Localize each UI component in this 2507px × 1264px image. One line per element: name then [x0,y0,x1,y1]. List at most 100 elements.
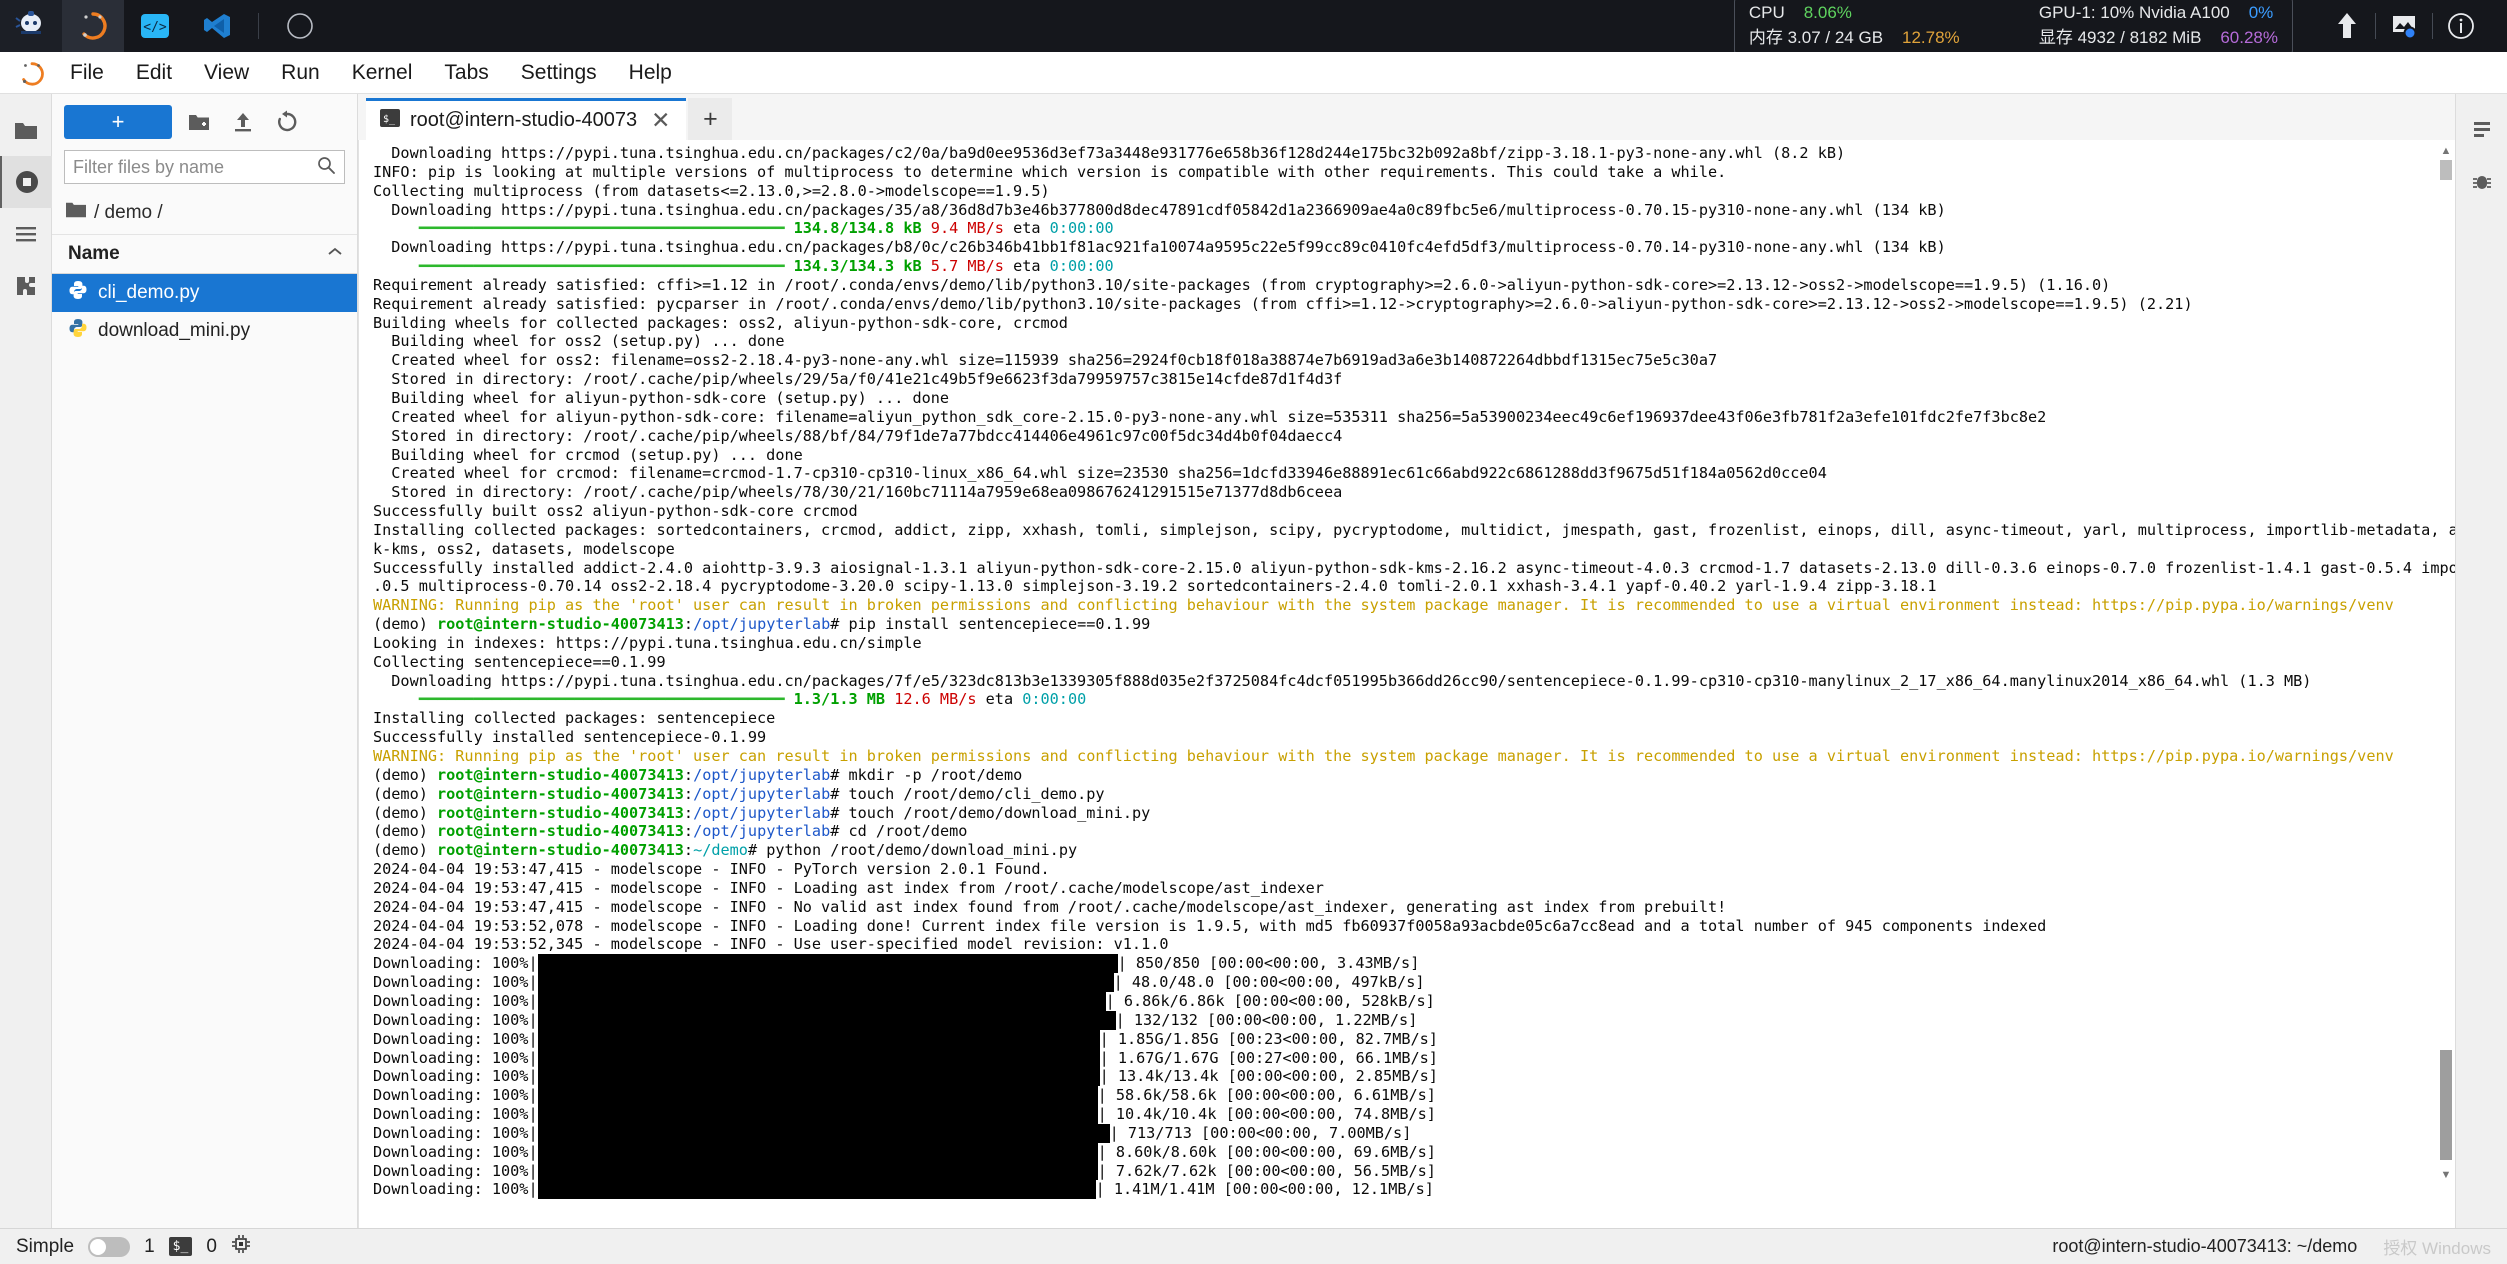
os-app-launcher: </> [0,0,331,52]
left-sidebar-rail [0,94,52,1228]
terminal-line: 2024-04-04 19:53:47,415 - modelscope - I… [373,860,1050,879]
list-item[interactable]: cli_demo.py [52,274,357,312]
file-browser-toolbar: + [52,94,357,148]
terminal-line: ━━━━━━━━━━━━━━━━━━━━━━━━━━━━━━━━━━━━━━━━… [418,690,1087,709]
os-watermark: 授权 Windows [2383,1239,2491,1258]
search-icon [316,155,336,180]
terminal-line: Requirement already satisfied: cffi>=1.1… [373,275,2111,294]
scrollbar-thumb[interactable] [2440,1050,2452,1160]
download-progress-line: Downloading: 100%| | 6.86k/6.86k [00:00<… [373,991,1435,1011]
filter-files-field[interactable] [64,150,345,184]
terminal-line: 2024-04-04 19:53:47,415 - modelscope - I… [373,878,1324,897]
download-progress-line: Downloading: 100%| | 13.4k/13.4k [00:00<… [373,1067,1438,1087]
terminal-line: Installing collected packages: sentencep… [373,709,776,728]
info-icon[interactable] [2433,0,2489,52]
tab-terminal[interactable]: $_ root@intern-studio-40073 ✕ [366,98,687,140]
menu-item-view[interactable]: View [188,55,265,91]
status-path: root@intern-studio-40073413: ~/demo [2052,1236,2358,1256]
code-app-icon[interactable]: </> [124,0,186,52]
menu-item-run[interactable]: Run [265,55,336,91]
breadcrumb[interactable]: / demo / [52,194,357,235]
compass-app-icon[interactable] [269,0,331,52]
upload-icon[interactable] [226,105,260,139]
terminal-line: (demo) root@intern-studio-40073413:/opt/… [373,784,1105,803]
menu-item-kernel[interactable]: Kernel [336,55,429,91]
sidebar-item-extensions[interactable] [0,260,52,312]
debugger-icon[interactable] [2456,156,2507,208]
download-progress-line: Downloading: 100%| | 1.67G/1.67G [00:27<… [373,1048,1438,1068]
network-upload-icon[interactable] [2319,0,2375,52]
terminal-line: (demo) root@intern-studio-40073413:/opt/… [373,615,1151,634]
folder-icon [66,201,86,225]
terminal-line: .0.5 multiprocess-0.70.14 oss2-2.18.4 py… [373,577,1937,596]
file-list: cli_demo.py download_mini.py [52,274,357,1228]
terminal-scrollbar[interactable]: ▲ ▼ [2440,144,2452,1222]
gpu-label: GPU-1: 10% Nvidia A100 [2038,2,2230,22]
python-file-icon [68,318,88,344]
terminal-line: Successfully built oss2 aliyun-python-sd… [373,502,858,521]
vram-label: 显存 4932 / 8182 MiB [2038,27,2202,47]
terminal-line: Stored in directory: /root/.cache/pip/wh… [373,483,1343,502]
scroll-up-arrow[interactable]: ▲ [2440,144,2452,158]
memory-label: 内存 3.07 / 24 GB [1748,27,1884,47]
main-area: $_ root@intern-studio-40073 ✕ + Download… [358,94,2455,1228]
vscode-app-icon[interactable] [186,0,248,52]
menu-item-file[interactable]: File [54,55,120,91]
terminal-line: Installing collected packages: sortedcon… [373,520,2455,539]
terminal-icon[interactable]: $_ [168,1237,193,1256]
terminal-line: Created wheel for crcmod: filename=crcmo… [373,464,1827,483]
scrollbar-thumb-upper[interactable] [2440,160,2452,180]
search-input[interactable] [73,156,316,178]
list-item[interactable]: download_mini.py [52,312,357,350]
terminal-line: Building wheels for collected packages: … [373,313,1068,332]
terminal-line: WARNING: Running pip as the 'root' user … [373,747,2394,765]
terminal-line: Downloading https://pypi.tuna.tsinghua.e… [373,200,1946,219]
screenshot-icon[interactable] [2376,0,2432,52]
simple-mode-toggle[interactable] [88,1236,131,1257]
os-status-area: CPU 8.06% GPU-1: 10% Nvidia A100 0% 内存 3… [1733,0,2507,58]
terminal-line: (demo) root@intern-studio-40073413:/opt/… [373,765,1023,784]
terminal-line: Downloading https://pypi.tuna.tsinghua.e… [373,671,2312,690]
menu-bar: File Edit View Run Kernel Tabs Settings … [0,52,2507,94]
terminal-line: Requirement already satisfied: pycparser… [373,294,2193,313]
sidebar-item-commands[interactable] [0,208,52,260]
terminal-line: Building wheel for aliyun-python-sdk-cor… [373,388,950,407]
system-monitor[interactable]: CPU 8.06% GPU-1: 10% Nvidia A100 0% 内存 3… [1733,0,2293,58]
download-progress-line: Downloading: 100%| | 10.4k/10.4k [00:00<… [373,1105,1436,1124]
file-name: download_mini.py [98,320,251,341]
terminal-count: 0 [206,1235,217,1257]
property-inspector-icon[interactable] [2456,104,2507,156]
vram-value: 60.28% [2220,27,2278,47]
simple-mode-label: Simple [16,1235,75,1257]
refresh-icon[interactable] [270,105,304,139]
workspace: + Filter files by name / demo / Name cli… [0,94,2507,1228]
jupyterlab-window: File Edit View Run Kernel Tabs Settings … [0,52,2507,1264]
new-tab-button[interactable]: + [688,98,733,140]
sidebar-item-file-browser[interactable] [0,104,52,156]
assistant-app-icon[interactable] [0,0,62,52]
sidebar-item-running[interactable] [0,156,52,208]
file-list-header[interactable]: Name [52,235,357,274]
close-icon[interactable]: ✕ [647,109,674,132]
anaconda-app-icon[interactable] [62,0,124,52]
terminal-line: ━━━━━━━━━━━━━━━━━━━━━━━━━━━━━━━━━━━━━━━━… [418,219,1114,238]
cpu-chip-icon[interactable] [231,1234,251,1260]
menu-item-tabs[interactable]: Tabs [428,55,504,91]
menu-item-settings[interactable]: Settings [505,55,613,91]
kernel-count: 1 [144,1235,155,1257]
download-progress-line: Downloading: 100%| | 7.62k/7.62k [00:00<… [373,1161,1436,1181]
gpu-value: 0% [2248,2,2274,22]
scroll-down-arrow[interactable]: ▼ [2440,1168,2452,1182]
terminal-line: (demo) root@intern-studio-40073413:~/dem… [373,841,1078,860]
new-folder-icon[interactable] [182,105,216,139]
download-progress-line: Downloading: 100%| | 48.0/48.0 [00:00<00… [373,973,1425,992]
menu-item-help[interactable]: Help [613,55,688,91]
terminal-line: (demo) root@intern-studio-40073413:/opt/… [373,822,968,841]
terminal-panel[interactable]: Downloading https://pypi.tuna.tsinghua.e… [358,140,2455,1228]
chevron-up-icon[interactable] [325,243,345,265]
terminal-line: k-kms, oss2, datasets, modelscope [373,539,675,558]
terminal-output[interactable]: Downloading https://pypi.tuna.tsinghua.e… [365,144,2455,1228]
menu-item-edit[interactable]: Edit [120,55,188,91]
terminal-line: Successfully installed sentencepiece-0.1… [373,728,767,747]
new-launcher-button[interactable]: + [64,105,172,139]
